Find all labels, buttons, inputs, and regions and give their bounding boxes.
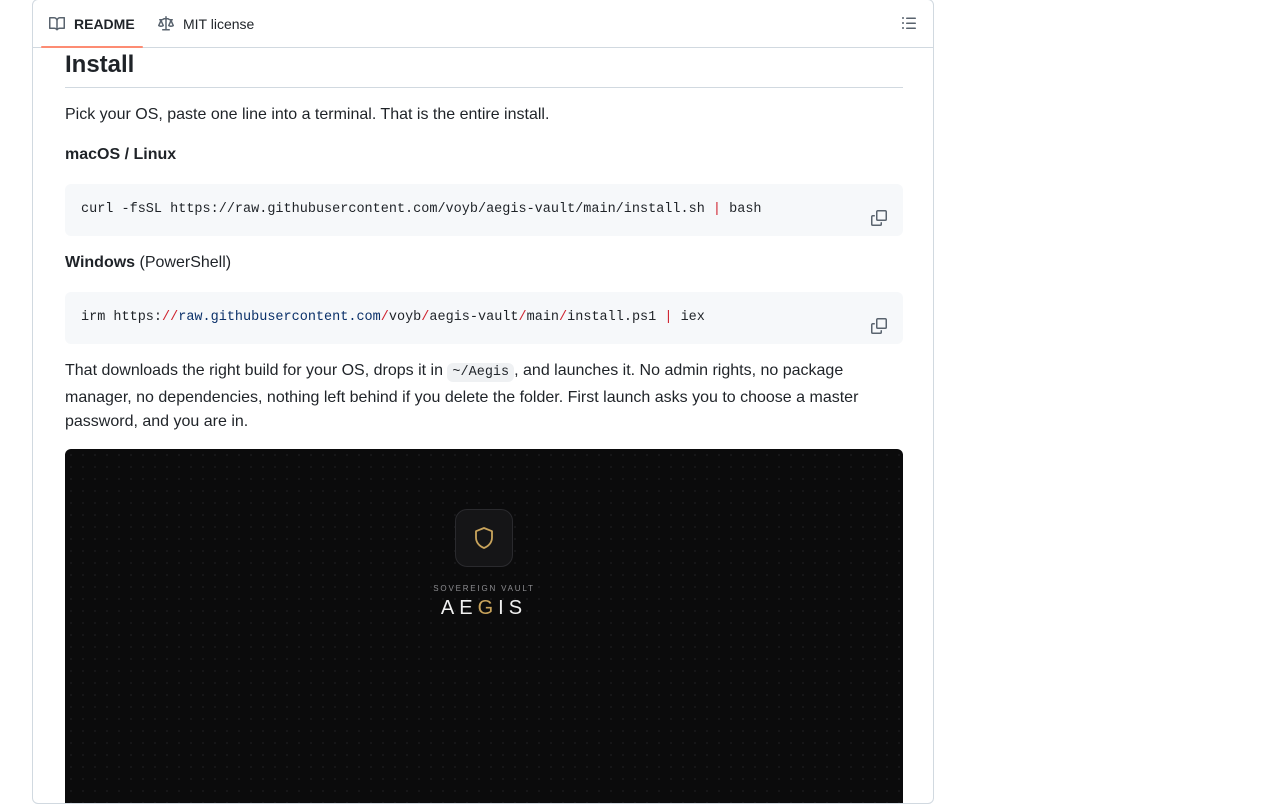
tab-readme-label: README: [74, 15, 135, 32]
book-icon: [49, 16, 65, 30]
law-scale-icon: [158, 15, 174, 30]
app-screenshot-preview: SOVEREIGN VAULT AEGIS: [65, 449, 903, 803]
win-cmd-slash: /: [559, 310, 568, 325]
win-cmd-slash: /: [518, 310, 527, 325]
brand-part: AE: [440, 597, 478, 619]
list-unordered-icon: [902, 17, 916, 29]
win-cmd-slash: //: [162, 310, 179, 325]
mac-cmd-pipe: |: [712, 202, 722, 217]
install-heading: Install: [65, 49, 903, 88]
brand-part: IS: [498, 597, 528, 619]
win-cmd-slash: /: [380, 310, 389, 325]
windows-heading-rest: (PowerShell): [135, 254, 232, 271]
windows-heading-bold: Windows: [65, 254, 136, 271]
mac-cmd-text: curl -fsSL https://raw.githubusercontent…: [81, 202, 713, 217]
readme-tab-bar: README MIT license: [33, 0, 933, 48]
shield-icon: [475, 527, 493, 549]
mac-cmd-tail: bash: [721, 202, 762, 217]
windows-install-codeblock[interactable]: irm https://raw.githubusercontent.com/vo…: [65, 292, 903, 344]
win-cmd-part: aegis-vault: [429, 310, 519, 325]
copy-icon: [871, 210, 887, 226]
tab-license-label: MIT license: [183, 15, 255, 32]
win-cmd-part: voyb: [388, 310, 422, 325]
win-cmd-part: install.ps1: [567, 310, 665, 325]
copy-button[interactable]: [871, 306, 887, 334]
macos-linux-heading: macOS / Linux: [65, 146, 177, 163]
app-kicker: SOVEREIGN VAULT: [433, 584, 535, 593]
app-logo: [455, 509, 513, 567]
macos-install-codeblock[interactable]: curl -fsSL https://raw.githubusercontent…: [65, 184, 903, 236]
copy-button[interactable]: [871, 198, 887, 226]
win-cmd-tail: iex: [672, 310, 705, 325]
win-cmd-host: raw.githubusercontent.com: [178, 310, 381, 325]
win-cmd-part: irm https:: [81, 310, 163, 325]
brand-accent-letter: G: [477, 597, 499, 619]
desc-text-before: That downloads the right build for your …: [65, 362, 448, 379]
install-path-code: ~/Aegis: [447, 363, 515, 382]
windows-heading: Windows (PowerShell): [65, 251, 903, 276]
install-description: That downloads the right build for your …: [65, 359, 903, 435]
tab-license[interactable]: MIT license: [158, 0, 254, 47]
copy-icon: [871, 318, 887, 334]
readme-panel: README MIT license Install Pick your OS,…: [32, 0, 934, 804]
install-intro: Pick your OS, paste one line into a term…: [65, 106, 550, 123]
tab-readme[interactable]: README: [41, 0, 143, 48]
win-cmd-part: main: [526, 310, 560, 325]
outline-button[interactable]: [901, 15, 917, 31]
app-brand-name: AEGIS: [65, 597, 903, 620]
